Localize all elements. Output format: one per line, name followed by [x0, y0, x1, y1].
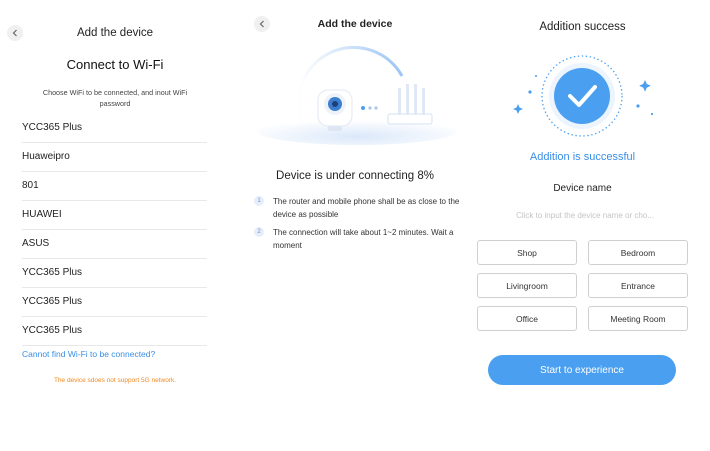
room-option-bedroom[interactable]: Bedroom [588, 240, 688, 265]
wifi-network-item[interactable]: Huaweipro [22, 143, 207, 172]
wifi-network-name: YCC365 Plus [22, 122, 83, 134]
room-option-meeting-room[interactable]: Meeting Room [588, 306, 688, 331]
wifi-network-item[interactable]: HUAWEI [22, 201, 207, 230]
wifi-panel: Add the device Connect to Wi-Fi Choose W… [0, 0, 230, 451]
wifi-network-item[interactable]: YCC365 Plus [22, 259, 207, 288]
connection-status-text: Device is under connecting 8% [276, 170, 434, 182]
tip-number: 2 [254, 227, 264, 237]
page-title: Addition success [539, 21, 626, 33]
connect-wifi-heading: Connect to Wi-Fi [66, 57, 164, 72]
wifi-network-name: Huaweipro [22, 151, 70, 163]
wifi-network-name: YCC365 Plus [22, 267, 83, 279]
device-name-label: Device name [553, 183, 612, 194]
wifi-network-item[interactable]: 801 [22, 172, 207, 201]
router-icon [387, 84, 433, 125]
device-name-input[interactable] [490, 205, 680, 225]
wifi-network-name: YCC365 Plus [22, 296, 83, 308]
page-title: Add the device [317, 18, 393, 30]
tip-text: The router and mobile phone shall be as … [273, 197, 460, 219]
tip-item: 1 The router and mobile phone shall be a… [254, 195, 469, 221]
tip-number: 1 [254, 196, 264, 206]
wifi-network-name: YCC365 Plus [22, 325, 83, 337]
room-option-shop[interactable]: Shop [477, 240, 577, 265]
tip-text: The connection will take about 1~2 minut… [273, 228, 454, 250]
room-option-livingroom[interactable]: Livingroom [477, 273, 577, 298]
tip-item: 2 The connection will take about 1~2 min… [254, 226, 469, 252]
5g-warning-text: The device sdoes not support 5G network. [53, 377, 177, 384]
wifi-network-item[interactable]: YCC365 Plus [22, 114, 207, 143]
connecting-panel: Add the device Device is under connectin… [240, 0, 470, 451]
wifi-network-item[interactable]: YCC365 Plus [22, 317, 207, 346]
cannot-find-wifi-link[interactable]: Cannot find Wi-Fi to be connected? [22, 349, 155, 359]
page-title: Add the device [76, 27, 154, 39]
success-badge [513, 55, 654, 137]
wifi-network-name: 801 [22, 180, 39, 192]
wifi-hint-text: Choose WiFi to be connected, and inout W… [42, 88, 188, 108]
success-message: Addition is successful [529, 151, 636, 163]
wifi-network-item[interactable]: YCC365 Plus [22, 288, 207, 317]
connecting-illustration [257, 46, 457, 145]
wifi-network-item[interactable]: ASUS [22, 230, 207, 259]
wifi-network-name: HUAWEI [22, 209, 62, 221]
wifi-network-name: ASUS [22, 238, 50, 250]
room-option-office[interactable]: Office [477, 306, 577, 331]
start-experience-button[interactable]: Start to experience [488, 355, 676, 385]
camera-icon [317, 89, 353, 131]
room-option-entrance[interactable]: Entrance [588, 273, 688, 298]
success-panel: Addition success Addition is successful … [470, 0, 710, 451]
